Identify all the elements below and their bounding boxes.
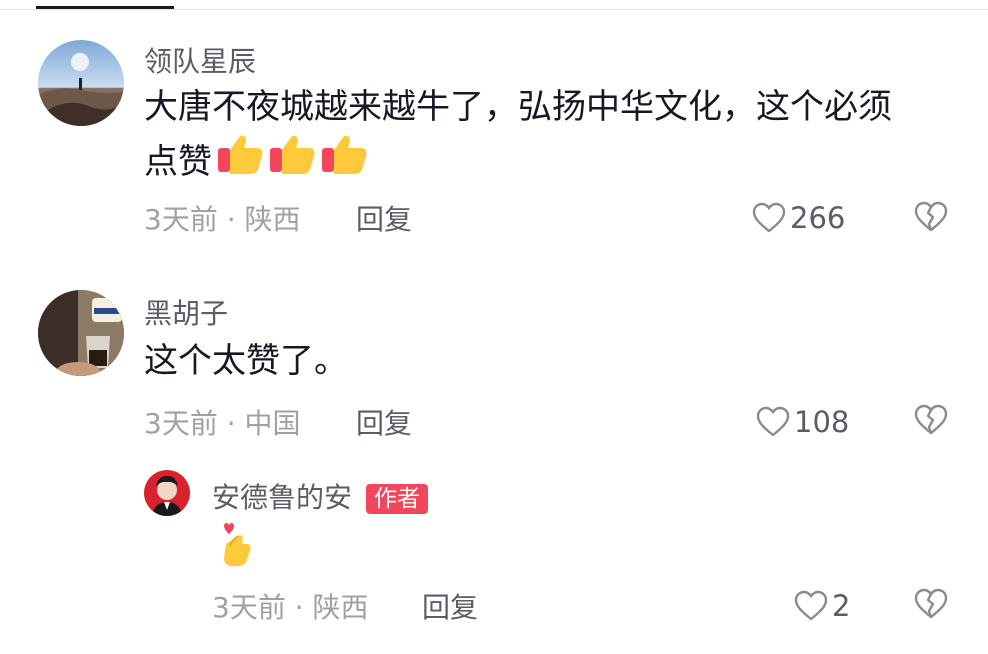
reply-button[interactable]: 回复 [356, 198, 412, 238]
reply-meta: 3天前 · 陕西 [212, 591, 369, 624]
dislike-button[interactable] [914, 201, 948, 235]
comment-text: 这个太赞了。 [144, 341, 348, 381]
broken-heart-icon [914, 404, 948, 435]
heart-icon [752, 202, 786, 233]
comment-meta: 3天前 · 陕西 [144, 203, 301, 236]
heart-icon [794, 590, 828, 621]
reply-button[interactable]: 回复 [422, 586, 478, 626]
comment-username[interactable]: 黑胡子 [144, 292, 228, 332]
broken-heart-icon [914, 588, 948, 619]
heart-icon [756, 406, 790, 437]
dislike-button[interactable] [914, 404, 948, 438]
comment-text-line2: 点赞 [144, 132, 370, 192]
author-avatar[interactable] [144, 470, 190, 516]
like-count: 2 [832, 589, 851, 623]
avatar[interactable] [38, 40, 124, 126]
thumbs-up-icon [216, 132, 266, 192]
like-count: 266 [790, 201, 846, 235]
comment-meta: 3天前 · 中国 [144, 407, 301, 440]
thumbs-up-icon [320, 132, 370, 192]
divider [0, 9, 988, 10]
like-button[interactable]: 108 [756, 402, 849, 442]
author-badge: 作者 [366, 484, 429, 514]
comment-text-cont: 点赞 [144, 142, 212, 182]
reply-button[interactable]: 回复 [356, 402, 412, 442]
finger-heart-icon [212, 518, 256, 572]
reply-username[interactable]: 安德鲁的安 [212, 481, 352, 514]
dislike-button[interactable] [914, 588, 948, 622]
like-button[interactable]: 2 [794, 586, 850, 626]
comment-text: 大唐不夜城越来越牛了，弘扬中华文化，这个必须 [144, 87, 892, 127]
avatar[interactable] [38, 290, 124, 376]
broken-heart-icon [914, 201, 948, 232]
comment-username[interactable]: 领队星辰 [144, 40, 256, 80]
reply-username-row: 安德鲁的安 作者 [212, 476, 429, 516]
like-count: 108 [794, 405, 850, 439]
thumbs-up-icon [268, 132, 318, 192]
like-button[interactable]: 266 [752, 198, 845, 238]
